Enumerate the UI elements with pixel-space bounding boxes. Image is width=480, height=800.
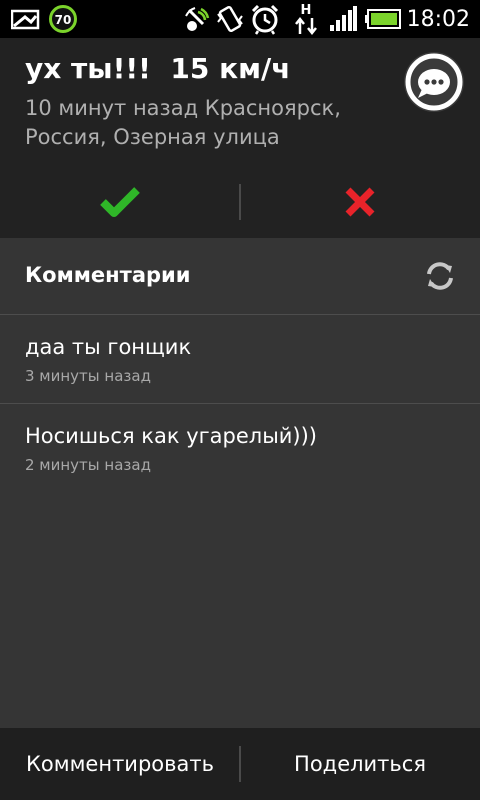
bottom-action-bar: Комментировать Поделиться (0, 728, 480, 800)
comments-title: Комментарии (25, 263, 191, 287)
comment-text: Носишься как угарелый))) (25, 424, 318, 448)
status-bar: 70 H 18:02 (0, 0, 480, 38)
battery-icon (364, 0, 402, 38)
comment-time: 3 минуты назад (25, 367, 151, 385)
chat-bubble-icon (405, 53, 463, 111)
refresh-button[interactable] (422, 258, 458, 294)
status-time: 18:02 (406, 6, 470, 32)
image-icon (10, 0, 42, 38)
checkmark-icon (100, 187, 140, 217)
data-transfer-icon: H (292, 0, 320, 38)
vote-row (0, 174, 480, 230)
share-button[interactable]: Поделиться (240, 728, 480, 800)
signal-icon (328, 0, 358, 38)
refresh-icon (427, 262, 453, 290)
comments-header: Комментарии (0, 238, 480, 315)
comment-button[interactable]: Комментировать (0, 728, 240, 800)
cross-icon (345, 187, 375, 217)
battery-badge-value: 70 (55, 13, 72, 27)
reject-button[interactable] (240, 174, 480, 230)
chat-button[interactable] (404, 52, 464, 112)
alarm-icon (248, 0, 282, 38)
accept-button[interactable] (0, 174, 240, 230)
post-title: ух ты!!! 15 км/ч (25, 52, 291, 85)
comment-item[interactable]: Носишься как угарелый))) 2 минуты назад (0, 404, 480, 492)
comment-item[interactable]: даа ты гонщик 3 минуты назад (0, 315, 480, 404)
gps-icon (180, 0, 212, 38)
network-type-label: H (301, 3, 312, 18)
comment-text: даа ты гонщик (25, 335, 192, 359)
vibrate-icon (214, 0, 246, 38)
battery-badge-icon: 70 (46, 0, 80, 38)
post-subtitle: 10 минут назад Красноярск, Россия, Озерн… (25, 96, 341, 149)
post-header: ух ты!!! 15 км/ч 10 минут назад Краснояр… (0, 38, 480, 238)
comment-time: 2 минуты назад (25, 456, 151, 474)
